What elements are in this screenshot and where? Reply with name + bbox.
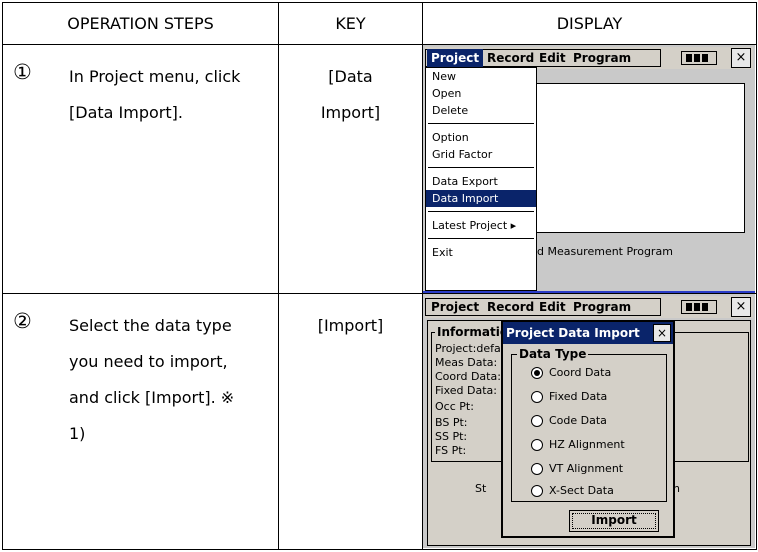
key-cell-2: [Import] (278, 293, 423, 550)
bottom-left-fragment: St (475, 482, 487, 495)
procedure-table: OPERATION STEPS KEY DISPLAY ① In Project… (2, 2, 757, 550)
info-meas-data: Meas Data: (435, 356, 498, 369)
project-data-import-dialog: Project Data Import × Data Type Coord Da… (501, 320, 675, 538)
header-display: DISPLAY (422, 2, 757, 45)
menu-program[interactable]: Program (569, 298, 635, 316)
menubar: Project Record Edit Program × (425, 296, 753, 318)
import-button[interactable]: Import (569, 510, 659, 532)
display-cell-2: Project Record Edit Program × Informatio… (422, 293, 757, 550)
step-text-1-line-2: [Data Import]. (69, 103, 183, 122)
step-cell-1: ① In Project menu, click [Data Import]. (2, 44, 279, 294)
screenshot-data-import-dialog: Project Record Edit Program × Informatio… (423, 294, 755, 549)
header-steps: OPERATION STEPS (2, 2, 279, 45)
project-dropdown: New Open Delete Option Grid Factor Data … (425, 67, 537, 291)
frame-edge (423, 291, 755, 293)
dialog-title: Project Data Import (503, 322, 673, 344)
radio-x-sect-data[interactable]: X-Sect Data (531, 482, 614, 500)
dialog-close-icon[interactable]: × (653, 324, 671, 342)
radio-fixed-data[interactable]: Fixed Data (531, 388, 607, 406)
screenshot-project-menu: Project Record Edit Program × d Measurem… (423, 45, 755, 293)
radio-icon (531, 439, 543, 451)
menu-item-exit[interactable]: Exit (426, 244, 536, 261)
menu-item-data-export[interactable]: Data Export (426, 173, 536, 190)
info-project: Project:defau (435, 342, 508, 355)
battery-icon (681, 51, 717, 65)
menu-item-delete[interactable]: Delete (426, 102, 536, 119)
radio-vt-alignment[interactable]: VT Alignment (531, 460, 623, 478)
menu-item-new[interactable]: New (426, 68, 536, 85)
display-cell-1: Project Record Edit Program × d Measurem… (422, 44, 757, 294)
menubar: Project Record Edit Program × (425, 47, 753, 69)
info-fixed-data: Fixed Data: (435, 384, 497, 397)
step-text-2-line-1: Select the data type (69, 316, 232, 335)
info-occ-pt: Occ Pt: (435, 400, 474, 413)
radio-coord-data[interactable]: Coord Data (531, 364, 611, 382)
menu-item-option[interactable]: Option (426, 129, 536, 146)
step-number-1: ① (13, 60, 32, 84)
radio-icon (531, 391, 543, 403)
menu-record[interactable]: Record (483, 49, 538, 67)
menu-project[interactable]: Project (427, 49, 484, 67)
menu-program[interactable]: Program (569, 49, 635, 67)
menu-item-grid-factor[interactable]: Grid Factor (426, 146, 536, 163)
key-1-line-2: Import] (320, 103, 381, 122)
menu-edit[interactable]: Edit (535, 49, 570, 67)
menu-record[interactable]: Record (483, 298, 538, 316)
battery-icon (681, 300, 717, 314)
menu-project[interactable]: Project (427, 298, 483, 316)
step-text-2-line-4: 1) (69, 424, 86, 443)
step-number-2: ② (13, 309, 32, 333)
key-1-line-1: [Data (328, 67, 373, 86)
project-panel (535, 83, 745, 233)
header-key: KEY (278, 2, 423, 45)
radio-hz-alignment[interactable]: HZ Alignment (531, 436, 625, 454)
menu-item-open[interactable]: Open (426, 85, 536, 102)
info-coord-data: Coord Data: (435, 370, 501, 383)
close-icon[interactable]: × (731, 297, 751, 317)
step-text-2-line-3: and click [Import]. ※ (69, 388, 235, 407)
step-text-2-line-2: you need to import, (69, 352, 228, 371)
menu-item-latest-project[interactable]: Latest Project ▸ (426, 217, 536, 234)
radio-icon (531, 463, 543, 475)
radio-icon (531, 485, 543, 497)
radio-selected-icon (531, 367, 543, 379)
step-cell-2: ② Select the data type you need to impor… (2, 293, 279, 550)
close-icon[interactable]: × (731, 48, 751, 68)
data-type-title: Data Type (517, 347, 589, 361)
menu-item-data-import[interactable]: Data Import (426, 190, 536, 207)
info-fs-pt: FS Pt: (435, 444, 467, 457)
menu-edit[interactable]: Edit (535, 298, 570, 316)
key-2-line-1: [Import] (317, 316, 384, 335)
step-text-1-line-1: In Project menu, click (69, 67, 241, 86)
radio-code-data[interactable]: Code Data (531, 412, 607, 430)
key-cell-1: [Data Import] (278, 44, 423, 294)
info-ss-pt: SS Pt: (435, 430, 468, 443)
radio-icon (531, 415, 543, 427)
info-bs-pt: BS Pt: (435, 416, 468, 429)
status-text: d Measurement Program (537, 245, 673, 258)
